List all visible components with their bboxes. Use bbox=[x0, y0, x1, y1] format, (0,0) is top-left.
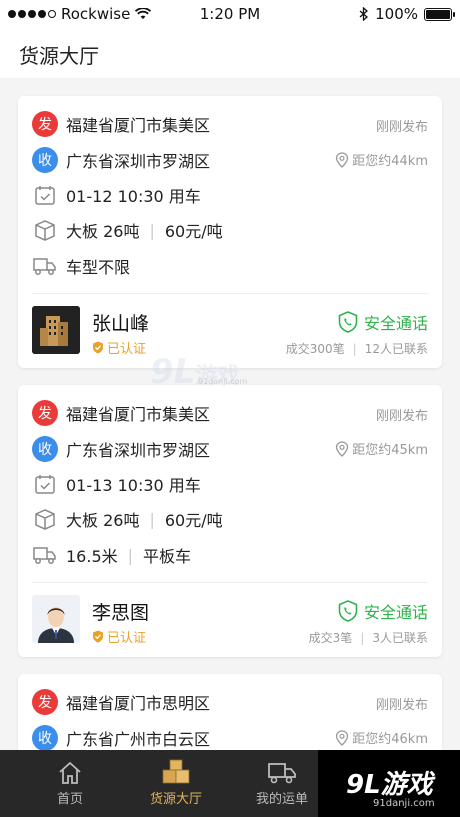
cargo-price: 60元/吨 bbox=[164, 511, 223, 530]
tab-label: 我的运单 bbox=[255, 792, 308, 807]
cargo-type: 大板 26吨 bbox=[66, 511, 140, 530]
truck-icon bbox=[33, 258, 56, 275]
origin-badge: 发 bbox=[32, 111, 58, 137]
secure-call-button[interactable]: 安全通话 bbox=[338, 310, 428, 334]
contacted-count: 3人已联系 bbox=[372, 631, 428, 645]
status-bar: Rockwise 1:20 PM 100% bbox=[0, 0, 460, 28]
user-name: 张山峰 bbox=[92, 313, 150, 335]
truck-type: 平板车 bbox=[143, 547, 192, 566]
bluetooth-icon bbox=[359, 7, 369, 21]
tab-label: 货源大厅 bbox=[149, 792, 202, 807]
watermark-logo: 9L 游戏 bbox=[150, 352, 240, 392]
separator: | bbox=[149, 509, 155, 529]
posted-time: 刚刚发布 bbox=[375, 698, 428, 713]
verified-shield-icon bbox=[93, 630, 103, 643]
truck-icon bbox=[33, 547, 56, 564]
destination-badge: 收 bbox=[32, 147, 58, 173]
pickup-date: 01-12 10:30 用车 bbox=[66, 187, 201, 206]
avatar[interactable] bbox=[32, 595, 80, 643]
separator: | bbox=[360, 630, 365, 645]
origin-badge: 发 bbox=[32, 689, 58, 715]
avatar[interactable] bbox=[32, 306, 80, 354]
separator: | bbox=[149, 220, 155, 240]
tab-label: 首页 bbox=[56, 792, 83, 807]
watermark-url: 91danji.com bbox=[198, 377, 248, 386]
origin-address: 福建省厦门市思明区 bbox=[66, 694, 211, 713]
posted-time: 刚刚发布 bbox=[375, 120, 428, 135]
location-pin-icon bbox=[336, 151, 349, 168]
destination-badge: 收 bbox=[32, 725, 58, 751]
battery-icon bbox=[424, 7, 455, 21]
origin-address: 福建省厦门市集美区 bbox=[66, 405, 211, 424]
deals-count: 成交300笔 bbox=[285, 342, 345, 356]
pickup-date: 01-13 10:30 用车 bbox=[66, 476, 201, 495]
origin-address: 福建省厦门市集美区 bbox=[66, 116, 211, 135]
distance-label: 距您约45km bbox=[352, 443, 428, 458]
location-pin-icon bbox=[336, 440, 349, 457]
destination-address: 广东省深圳市罗湖区 bbox=[66, 441, 211, 460]
origin-badge: 发 bbox=[32, 400, 58, 426]
verified-badge: 已认证 bbox=[92, 627, 146, 646]
location-pin-icon bbox=[336, 729, 349, 746]
tab-cargo-hall[interactable]: 货源大厅 bbox=[130, 758, 222, 807]
divider bbox=[32, 293, 428, 294]
shield-phone-icon bbox=[338, 311, 358, 333]
contacted-count: 12人已联系 bbox=[364, 342, 428, 356]
truck-type: 车型不限 bbox=[66, 258, 131, 277]
nav-bar: 货源大厅 bbox=[0, 28, 460, 78]
building-avatar-icon bbox=[32, 306, 80, 354]
shield-phone-icon bbox=[338, 600, 358, 622]
cargo-card[interactable]: 发 福建省厦门市集美区 刚刚发布 收 广东省深圳市罗湖区 距您约45km 01-… bbox=[18, 385, 442, 657]
boxes-icon bbox=[162, 759, 190, 784]
person-avatar-icon bbox=[32, 595, 80, 643]
verified-badge: 已认证 bbox=[92, 338, 146, 357]
cargo-price: 60元/吨 bbox=[164, 222, 223, 241]
brand-url: 91danji.com bbox=[373, 798, 435, 809]
calendar-icon bbox=[35, 475, 55, 494]
brand-logo: 9L游戏 bbox=[346, 770, 433, 800]
tab-home[interactable]: 首页 bbox=[24, 758, 116, 807]
package-icon bbox=[35, 220, 55, 241]
user-name: 李思图 bbox=[92, 602, 150, 624]
cargo-type: 大板 26吨 bbox=[66, 222, 140, 241]
page-title: 货源大厅 bbox=[19, 44, 99, 68]
verified-shield-icon bbox=[93, 341, 103, 354]
package-icon bbox=[35, 509, 55, 530]
posted-time: 刚刚发布 bbox=[375, 409, 428, 424]
truck-length: 16.5米 bbox=[66, 547, 118, 566]
divider bbox=[32, 582, 428, 583]
destination-address: 广东省深圳市罗湖区 bbox=[66, 152, 211, 171]
deals-count: 成交3笔 bbox=[308, 631, 353, 645]
home-icon bbox=[59, 761, 81, 784]
cargo-card[interactable]: 发 福建省厦门市集美区 刚刚发布 收 广东省深圳市罗湖区 距您约44km 01-… bbox=[18, 96, 442, 368]
brand-overlay: 9L游戏 91danji.com bbox=[318, 750, 460, 817]
separator: | bbox=[352, 341, 357, 356]
secure-call-button[interactable]: 安全通话 bbox=[338, 599, 428, 623]
tab-my-orders[interactable]: 我的运单 bbox=[236, 758, 328, 807]
destination-badge: 收 bbox=[32, 436, 58, 462]
battery-percent: 100% bbox=[375, 5, 418, 23]
calendar-icon bbox=[35, 186, 55, 205]
truck-icon bbox=[268, 763, 296, 784]
destination-address: 广东省广州市白云区 bbox=[66, 730, 211, 749]
distance-label: 距您约46km bbox=[352, 732, 428, 747]
separator: | bbox=[127, 545, 134, 565]
distance-label: 距您约44km bbox=[352, 154, 428, 169]
